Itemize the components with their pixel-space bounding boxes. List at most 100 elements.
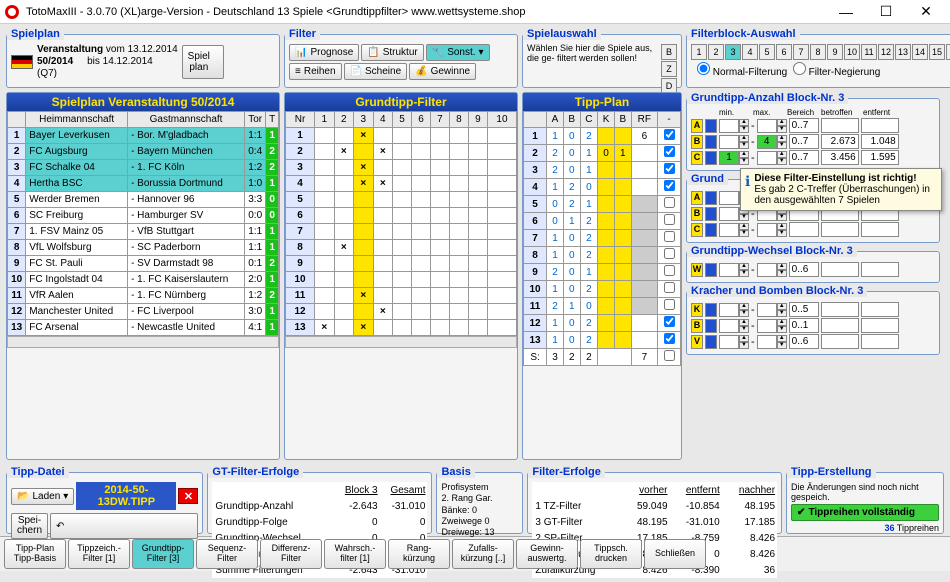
range-field[interactable] — [789, 334, 819, 349]
toolbar-9[interactable]: Tippsch. drucken — [580, 539, 642, 569]
range-field[interactable] — [789, 150, 819, 165]
tippplan-row[interactable]: 11026 — [524, 128, 681, 145]
max-spinner[interactable]: ▲▼ — [757, 335, 787, 349]
tippplan-row[interactable]: 6012 — [524, 213, 681, 230]
block-num-13[interactable]: 13 — [895, 44, 911, 60]
range-field[interactable] — [789, 318, 819, 333]
block-num-14[interactable]: 14 — [912, 44, 928, 60]
reihen-button[interactable]: ≡ Reihen — [289, 63, 342, 80]
spielplan-row[interactable]: 2FC Augsburg- Bayern München0:42 — [8, 144, 279, 160]
row-checkbox[interactable] — [664, 163, 675, 174]
h-scrollbar-2[interactable] — [285, 336, 517, 348]
tippplan-row[interactable]: 5021 — [524, 196, 681, 213]
row-checkbox[interactable] — [664, 299, 675, 310]
row-checkbox[interactable] — [664, 333, 675, 344]
block-num-2[interactable]: 2 — [708, 44, 724, 60]
range-field[interactable] — [789, 134, 819, 149]
row-checkbox[interactable] — [664, 197, 675, 208]
max-spinner[interactable]: ▲▼ — [757, 119, 787, 133]
grid-row[interactable]: 9 — [286, 256, 517, 272]
max-spinner[interactable]: ▲▼ — [757, 151, 787, 165]
grid-row[interactable]: 8× — [286, 240, 517, 256]
prognose-button[interactable]: 📊 Prognose — [289, 44, 359, 61]
spielplan-row[interactable]: 8VfL Wolfsburg- SC Paderborn1:11 — [8, 240, 279, 256]
row-checkbox[interactable] — [664, 180, 675, 191]
spielplan-row[interactable]: 11VfR Aalen- 1. FC Nürnberg1:22 — [8, 288, 279, 304]
struktur-button[interactable]: 📋 Struktur — [361, 44, 423, 61]
spielplan-row[interactable]: 1Bayer Leverkusen- Bor. M'gladbach1:11 — [8, 128, 279, 144]
toolbar-10[interactable]: Schließen — [644, 539, 706, 569]
grid-row[interactable]: 3× — [286, 160, 517, 176]
minimize-button[interactable]: — — [826, 1, 866, 23]
max-spinner[interactable]: ▲▼ — [757, 303, 787, 317]
radio-normal[interactable]: Normal-Filterung — [697, 67, 787, 78]
row-checkbox[interactable] — [664, 146, 675, 157]
tippplan-row[interactable]: 4120 — [524, 179, 681, 196]
tippplan-row[interactable]: 9201 — [524, 264, 681, 281]
undo-button[interactable]: ↶ — [50, 513, 198, 539]
block-nav[interactable]: ◀ — [946, 44, 950, 60]
block-num-7[interactable]: 7 — [793, 44, 809, 60]
toolbar-8[interactable]: Gewinn- auswertg. — [516, 539, 578, 569]
tippplan-row[interactable]: 12102 — [524, 315, 681, 332]
range-field[interactable] — [789, 302, 819, 317]
h-scrollbar[interactable] — [7, 336, 279, 348]
min-spinner[interactable]: ▲▼ — [719, 263, 749, 277]
grid-row[interactable]: 10 — [286, 272, 517, 288]
laden-button[interactable]: 📂 Laden ▾ — [11, 488, 74, 505]
close-button[interactable]: ✕ — [906, 1, 946, 23]
speichern-button[interactable]: Spei- chern — [11, 513, 48, 539]
min-spinner[interactable]: ▲▼ — [719, 319, 749, 333]
spielplan-row[interactable]: 9FC St. Pauli- SV Darmstadt 980:12 — [8, 256, 279, 272]
toolbar-5[interactable]: Wahrsch.- filter [1] — [324, 539, 386, 569]
row-checkbox[interactable] — [664, 129, 675, 140]
max-spinner[interactable]: ▲▼ — [757, 135, 787, 149]
block-num-6[interactable]: 6 — [776, 44, 792, 60]
grid-row[interactable]: 5 — [286, 192, 517, 208]
radio-neg[interactable]: Filter-Negierung — [793, 67, 880, 78]
spielplan-row[interactable]: 6SC Freiburg- Hamburger SV0:00 — [8, 208, 279, 224]
range-field[interactable] — [789, 222, 819, 237]
min-spinner[interactable]: ▲▼ — [719, 119, 749, 133]
toolbar-2[interactable]: Grundtipp- Filter [3] — [132, 539, 194, 569]
block-num-11[interactable]: 11 — [861, 44, 877, 60]
spielplan-row[interactable]: 5Werder Bremen- Hannover 963:30 — [8, 192, 279, 208]
grid-row[interactable]: 11× — [286, 288, 517, 304]
z-button[interactable]: Z — [661, 61, 677, 77]
tippplan-row[interactable]: 7102 — [524, 230, 681, 247]
block-num-3[interactable]: 3 — [725, 44, 741, 60]
b-button[interactable]: B — [661, 44, 677, 60]
min-spinner[interactable]: ▲▼ — [719, 151, 749, 165]
row-checkbox[interactable] — [664, 282, 675, 293]
sonst-button[interactable]: 🔧 Sonst. ▾ — [426, 44, 490, 61]
toolbar-3[interactable]: Sequenz- Filter — [196, 539, 258, 569]
tippplan-row[interactable]: 8102 — [524, 247, 681, 264]
tippplan-row[interactable]: 13102 — [524, 332, 681, 349]
spielplan-row[interactable]: 12Manchester United- FC Liverpool3:01 — [8, 304, 279, 320]
block-num-4[interactable]: 4 — [742, 44, 758, 60]
range-field[interactable] — [789, 118, 819, 133]
tippplan-row[interactable]: 3201 — [524, 162, 681, 179]
grid-row[interactable]: 4×× — [286, 176, 517, 192]
maximize-button[interactable]: ☐ — [866, 1, 906, 23]
block-num-12[interactable]: 12 — [878, 44, 894, 60]
spielplan-row[interactable]: 13FC Arsenal- Newcastle United4:11 — [8, 320, 279, 336]
gewinne-button[interactable]: 💰 Gewinne — [409, 63, 476, 80]
grid-row[interactable]: 13×× — [286, 320, 517, 336]
spielplan-row[interactable]: 3FC Schalke 04- 1. FC Köln1:22 — [8, 160, 279, 176]
grid-row[interactable]: 1× — [286, 128, 517, 144]
min-spinner[interactable]: ▲▼ — [719, 303, 749, 317]
row-checkbox[interactable] — [664, 214, 675, 225]
grid-row[interactable]: 7 — [286, 224, 517, 240]
toolbar-4[interactable]: Differenz- Filter — [260, 539, 322, 569]
tippplan-row[interactable]: 10102 — [524, 281, 681, 298]
min-spinner[interactable]: ▲▼ — [719, 223, 749, 237]
row-checkbox[interactable] — [664, 248, 675, 259]
block-num-15[interactable]: 15 — [929, 44, 945, 60]
row-checkbox[interactable] — [664, 316, 675, 327]
min-spinner[interactable]: ▲▼ — [719, 335, 749, 349]
max-spinner[interactable]: ▲▼ — [757, 319, 787, 333]
toolbar-1[interactable]: Tippzeich.- Filter [1] — [68, 539, 130, 569]
block-num-1[interactable]: 1 — [691, 44, 707, 60]
max-spinner[interactable]: ▲▼ — [757, 263, 787, 277]
